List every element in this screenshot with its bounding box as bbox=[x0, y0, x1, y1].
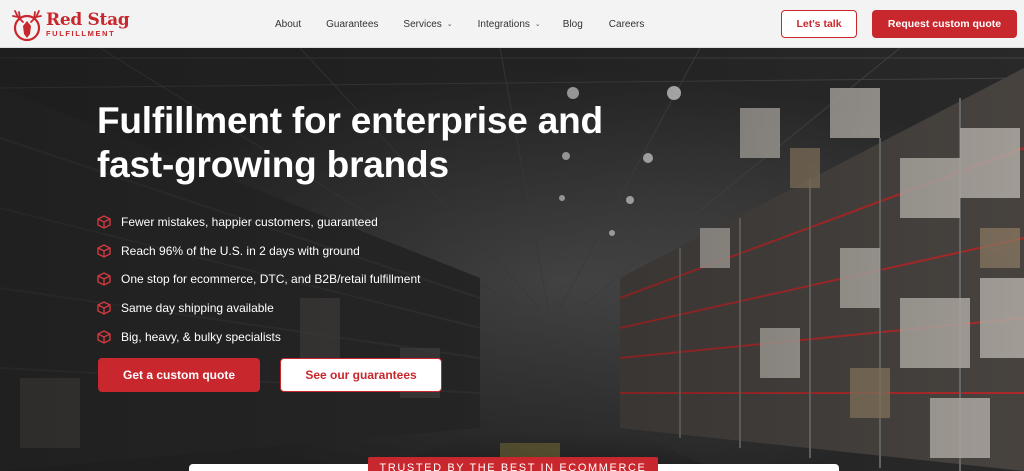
trusted-badge: TRUSTED BY THE BEST IN ECOMMERCE bbox=[368, 457, 658, 471]
nav-item-guarantees[interactable]: Guarantees bbox=[326, 19, 378, 30]
hero-title-line-2: fast-growing brands bbox=[97, 144, 449, 185]
nav-item-label: Careers bbox=[608, 18, 645, 30]
get-custom-quote-button[interactable]: Get a custom quote bbox=[98, 358, 260, 392]
box-icon bbox=[97, 215, 111, 230]
nav-item-about[interactable]: About bbox=[275, 19, 301, 30]
bullet-text: Same day shipping available bbox=[121, 301, 274, 316]
brand-name: Red Stag bbox=[46, 10, 130, 31]
nav-item-blog[interactable]: Blog bbox=[563, 19, 583, 30]
list-item: One stop for ecommerce, DTC, and B2B/ret… bbox=[97, 265, 517, 294]
box-icon bbox=[97, 329, 111, 344]
chevron-down-icon: ⌄ bbox=[534, 21, 541, 28]
bullet-text: Reach 96% of the U.S. in 2 days with gro… bbox=[121, 243, 360, 258]
box-icon bbox=[97, 244, 111, 258]
brand-tagline: FULFILLMENT bbox=[46, 29, 116, 39]
list-item: Fewer mistakes, happier customers, guara… bbox=[97, 208, 517, 237]
nav-item-label: Services bbox=[403, 18, 442, 30]
hero-bullet-list: Fewer mistakes, happier customers, guara… bbox=[97, 208, 517, 351]
stag-logo-icon bbox=[12, 10, 42, 42]
hero-title: Fulfillment for enterprise and fast-grow… bbox=[97, 99, 697, 187]
site-header: Red Stag FULFILLMENT About Guarantees Se… bbox=[0, 0, 1024, 48]
box-icon bbox=[97, 301, 111, 315]
hero-section: Fulfillment for enterprise and fast-grow… bbox=[0, 48, 1024, 471]
list-item: Big, heavy, & bulky specialists bbox=[97, 322, 517, 351]
box-icon bbox=[97, 272, 111, 287]
list-item: Same day shipping available bbox=[97, 294, 517, 323]
nav-item-label: Guarantees bbox=[326, 18, 379, 30]
nav-item-integrations[interactable]: Integrations ⌄ bbox=[478, 19, 541, 30]
nav-item-label: About bbox=[275, 18, 302, 30]
chevron-down-icon: ⌄ bbox=[446, 21, 453, 28]
request-quote-button[interactable]: Request custom quote bbox=[872, 10, 1017, 38]
nav-item-services[interactable]: Services ⌄ bbox=[403, 19, 452, 30]
bullet-text: Fewer mistakes, happier customers, guara… bbox=[121, 215, 378, 230]
logo[interactable]: Red Stag FULFILLMENT bbox=[10, 6, 130, 44]
lets-talk-button[interactable]: Let's talk bbox=[781, 10, 857, 38]
nav-item-careers[interactable]: Careers bbox=[609, 19, 645, 30]
bullet-text: One stop for ecommerce, DTC, and B2B/ret… bbox=[121, 272, 421, 287]
hero-title-line-1: Fulfillment for enterprise and bbox=[97, 100, 603, 141]
see-guarantees-button[interactable]: See our guarantees bbox=[280, 358, 442, 392]
main-nav: About Guarantees Services ⌄ Integrations… bbox=[275, 0, 644, 48]
list-item: Reach 96% of the U.S. in 2 days with gro… bbox=[97, 237, 517, 266]
bullet-text: Big, heavy, & bulky specialists bbox=[121, 329, 281, 344]
nav-item-label: Integrations bbox=[477, 18, 530, 30]
nav-item-label: Blog bbox=[562, 18, 583, 30]
